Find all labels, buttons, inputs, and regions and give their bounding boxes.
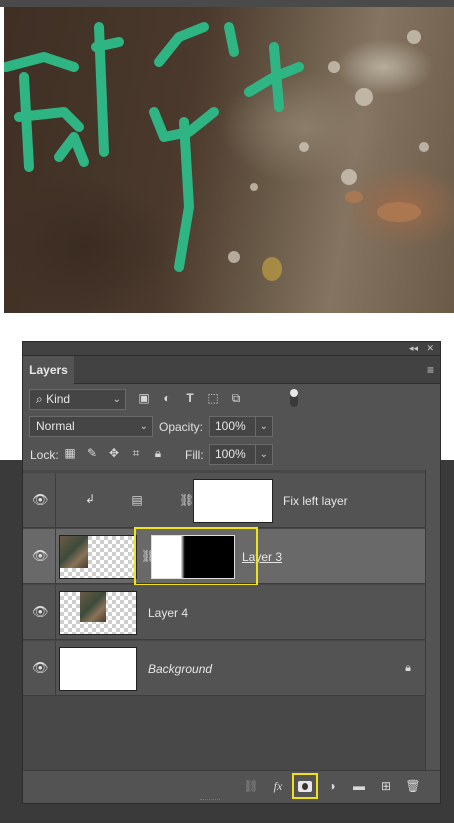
lock-artboard-icon[interactable]: ⌗	[129, 446, 143, 460]
blend-mode-select[interactable]: Normal ⌄	[29, 416, 153, 437]
fill-value: 100%	[215, 447, 246, 461]
mask-highlight-box	[134, 527, 258, 586]
layer-name[interactable]: Background	[148, 662, 212, 676]
canvas-top-edge	[0, 0, 454, 7]
chain-link-icon[interactable]: ⛓︎	[179, 493, 194, 507]
layer-row-fix-left[interactable]: 👁︎ ↲ ▤ ⛓︎ Fix left layer	[23, 473, 425, 528]
lock-icon[interactable]: 🔒︎	[405, 662, 411, 674]
layer-thumbnail[interactable]	[59, 535, 137, 579]
shape-filter-icon[interactable]: ⬚	[206, 391, 220, 405]
filter-row: ⌕ Kind ⌄ ▣ ◐ T ⬚ ⧉	[23, 384, 440, 412]
layer-row-layer-4[interactable]: 👁︎ Layer 4	[23, 585, 425, 640]
adjustment-filter-icon[interactable]: ◐	[160, 391, 174, 405]
document-photo[interactable]	[4, 7, 454, 313]
adjustment-layer-icon[interactable]: ▤	[129, 492, 145, 508]
blend-row: Normal ⌄ Opacity: 100% ⌄	[23, 412, 440, 440]
eye-icon[interactable]: 👁︎	[32, 493, 49, 507]
eye-icon[interactable]: 👁︎	[32, 661, 49, 675]
search-icon: ⌕	[36, 392, 43, 406]
blend-mode-value: Normal	[36, 419, 75, 433]
new-adjustment-icon[interactable]: ◑	[323, 777, 341, 795]
lock-label: Lock:	[30, 448, 59, 462]
link-layers-icon[interactable]: ⛓︎	[242, 777, 260, 795]
visibility-column: 👁︎	[23, 585, 56, 640]
graffiti-artwork	[4, 22, 429, 281]
opacity-label: Opacity:	[159, 420, 204, 434]
tab-layers[interactable]: Layers	[23, 356, 74, 384]
layer-thumbnail[interactable]	[59, 591, 137, 635]
panel-resize-grip[interactable]	[200, 799, 220, 803]
layers-scrollbar[interactable]	[425, 470, 440, 770]
fx-icon[interactable]: fx	[269, 777, 287, 795]
visibility-column: 👁︎	[23, 473, 56, 528]
fill-label: Fill:	[185, 448, 204, 462]
layer-list: 👁︎ ↲ ▤ ⛓︎ Fix left layer 👁︎ ⛓︎ Layer 3 👁…	[23, 470, 425, 770]
layers-panel: ◂◂ ✕ Layers ≡ ⌕ Kind ⌄ ▣ ◐ T ⬚ ⧉ Normal …	[22, 341, 441, 804]
divider	[255, 417, 256, 436]
chevron-down-icon: ⌄	[139, 421, 148, 432]
new-group-icon[interactable]: ▬	[350, 777, 368, 795]
visibility-column: 👁︎	[23, 641, 56, 696]
hamburger-menu-icon[interactable]: ≡	[427, 364, 434, 376]
chevron-down-icon: ⌄	[112, 394, 121, 405]
trash-icon[interactable]: 🗑︎	[404, 777, 422, 795]
collapse-panel-icon[interactable]: ◂◂	[409, 343, 418, 354]
filter-kind-select[interactable]: ⌕ Kind ⌄	[29, 389, 126, 410]
thumbnail-image	[60, 536, 88, 568]
new-layer-icon[interactable]: ⊞	[377, 777, 395, 795]
fill-input[interactable]: 100% ⌄	[209, 444, 273, 465]
filter-toggle-switch[interactable]	[290, 389, 298, 407]
chevron-down-icon[interactable]: ⌄	[260, 417, 268, 436]
layer-mask-thumbnail[interactable]	[193, 479, 273, 523]
lock-transparent-pixels-icon[interactable]: ▦	[63, 446, 77, 460]
layers-bottom-bar: ⛓︎ fx ◑ ▬ ⊞ 🗑︎	[23, 770, 440, 800]
close-icon[interactable]: ✕	[426, 343, 434, 354]
clipping-arrow-icon: ↲	[85, 492, 96, 506]
panel-tab-row: Layers ≡	[23, 356, 440, 384]
filter-kind-label: Kind	[46, 392, 71, 406]
panel-titlebar: ◂◂ ✕	[23, 342, 440, 356]
layer-row-background[interactable]: 👁︎ Background 🔒︎	[23, 641, 425, 696]
chevron-down-icon[interactable]: ⌄	[260, 445, 268, 464]
lock-row: Lock: ▦ ✎ ✥ ⌗ 🔒︎ Fill: 100% ⌄	[23, 440, 440, 468]
add-mask-icon[interactable]	[292, 773, 318, 799]
layer-name[interactable]: Fix left layer	[283, 494, 348, 508]
lock-all-icon[interactable]: 🔒︎	[151, 446, 165, 460]
layer-name[interactable]: Layer 4	[148, 606, 188, 620]
thumbnail-image	[80, 592, 106, 622]
eye-icon[interactable]: 👁︎	[32, 549, 49, 563]
eye-icon[interactable]: 👁︎	[32, 605, 49, 619]
opacity-input[interactable]: 100% ⌄	[209, 416, 273, 437]
divider	[255, 445, 256, 464]
type-filter-icon[interactable]: T	[183, 391, 197, 405]
layer-thumbnail[interactable]	[59, 647, 137, 691]
smart-object-filter-icon[interactable]: ⧉	[229, 391, 243, 405]
add-mask-glyph	[298, 781, 312, 792]
lock-image-pixels-icon[interactable]: ✎	[85, 446, 99, 460]
pixel-filter-icon[interactable]: ▣	[137, 391, 151, 405]
visibility-column: 👁︎	[23, 529, 56, 584]
lock-position-icon[interactable]: ✥	[107, 446, 121, 460]
layer-row-layer-3[interactable]: 👁︎ ⛓︎ Layer 3	[23, 527, 425, 586]
opacity-value: 100%	[215, 419, 246, 433]
